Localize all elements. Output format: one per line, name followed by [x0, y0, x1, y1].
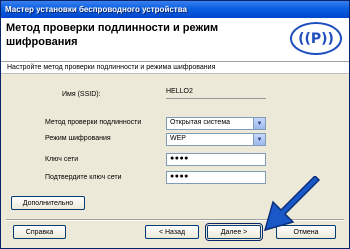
network-key-input[interactable]: ●●●● — [166, 153, 266, 166]
auth-method-select[interactable]: Открытая система ▼ — [166, 117, 266, 130]
page-title: Метод проверки подлинности и режим шифро… — [6, 22, 219, 48]
logo-text: ((P)) — [298, 30, 334, 47]
auth-method-label: Метод проверки подлинности — [45, 119, 142, 126]
confirm-key-input[interactable]: ●●●● — [166, 171, 266, 184]
next-button[interactable]: Далее > — [205, 223, 263, 241]
advanced-button[interactable]: Дополнительно — [11, 196, 85, 210]
encryption-mode-select[interactable]: WEP ▼ — [166, 133, 266, 146]
window-title: Мастер установки беспроводного устройств… — [5, 5, 187, 14]
wizard-window: Мастер установки беспроводного устройств… — [0, 0, 350, 249]
encryption-mode-value: WEP — [170, 135, 186, 142]
network-key-value: ●●●● — [170, 155, 189, 162]
instruction-text: Настройте метод проверки подлинности и р… — [7, 64, 216, 71]
help-button[interactable]: Справка — [13, 225, 66, 239]
confirm-key-value: ●●●● — [170, 173, 189, 180]
confirm-key-label: Подтвердите ключ сети — [45, 174, 122, 181]
wireless-logo-icon: ((P)) — [290, 22, 342, 55]
back-button[interactable]: < Назад — [145, 225, 199, 239]
ssid-label: Имя (SSID): — [62, 91, 101, 98]
chevron-down-icon[interactable]: ▼ — [253, 134, 265, 145]
ssid-value: HELLO2 — [166, 87, 266, 99]
network-key-label: Ключ сети — [45, 156, 79, 163]
wizard-header: Метод проверки подлинности и режим шифро… — [1, 18, 349, 62]
title-bar: Мастер установки беспроводного устройств… — [1, 1, 349, 18]
blue-arrow-icon — [263, 176, 321, 232]
encryption-mode-label: Режим шифрования — [45, 135, 111, 142]
chevron-down-icon[interactable]: ▼ — [253, 118, 265, 129]
auth-method-value: Открытая система — [170, 119, 231, 126]
instruction-bar: Настройте метод проверки подлинности и р… — [1, 62, 349, 74]
